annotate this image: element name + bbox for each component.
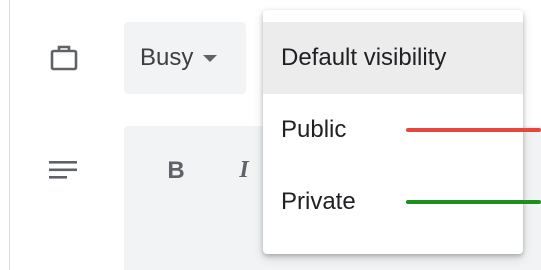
caret-down-icon: [203, 54, 218, 62]
menu-item-label: Default visibility: [281, 44, 447, 71]
bold-button[interactable]: B: [164, 157, 188, 187]
notes-icon: [49, 161, 77, 179]
briefcase-icon: [50, 45, 78, 71]
menu-item-label: Private: [281, 188, 356, 215]
availability-dropdown[interactable]: Busy: [124, 22, 246, 94]
menu-item-label: Public: [281, 116, 347, 143]
panel-edge: [0, 0, 10, 270]
visibility-menu: Default visibility Public Private: [263, 10, 523, 254]
public-indicator-line: [406, 128, 541, 132]
italic-button[interactable]: I: [232, 157, 256, 187]
availability-value: Busy: [140, 44, 194, 71]
private-indicator-line: [406, 200, 541, 204]
menu-item-default-visibility[interactable]: Default visibility: [263, 22, 523, 94]
